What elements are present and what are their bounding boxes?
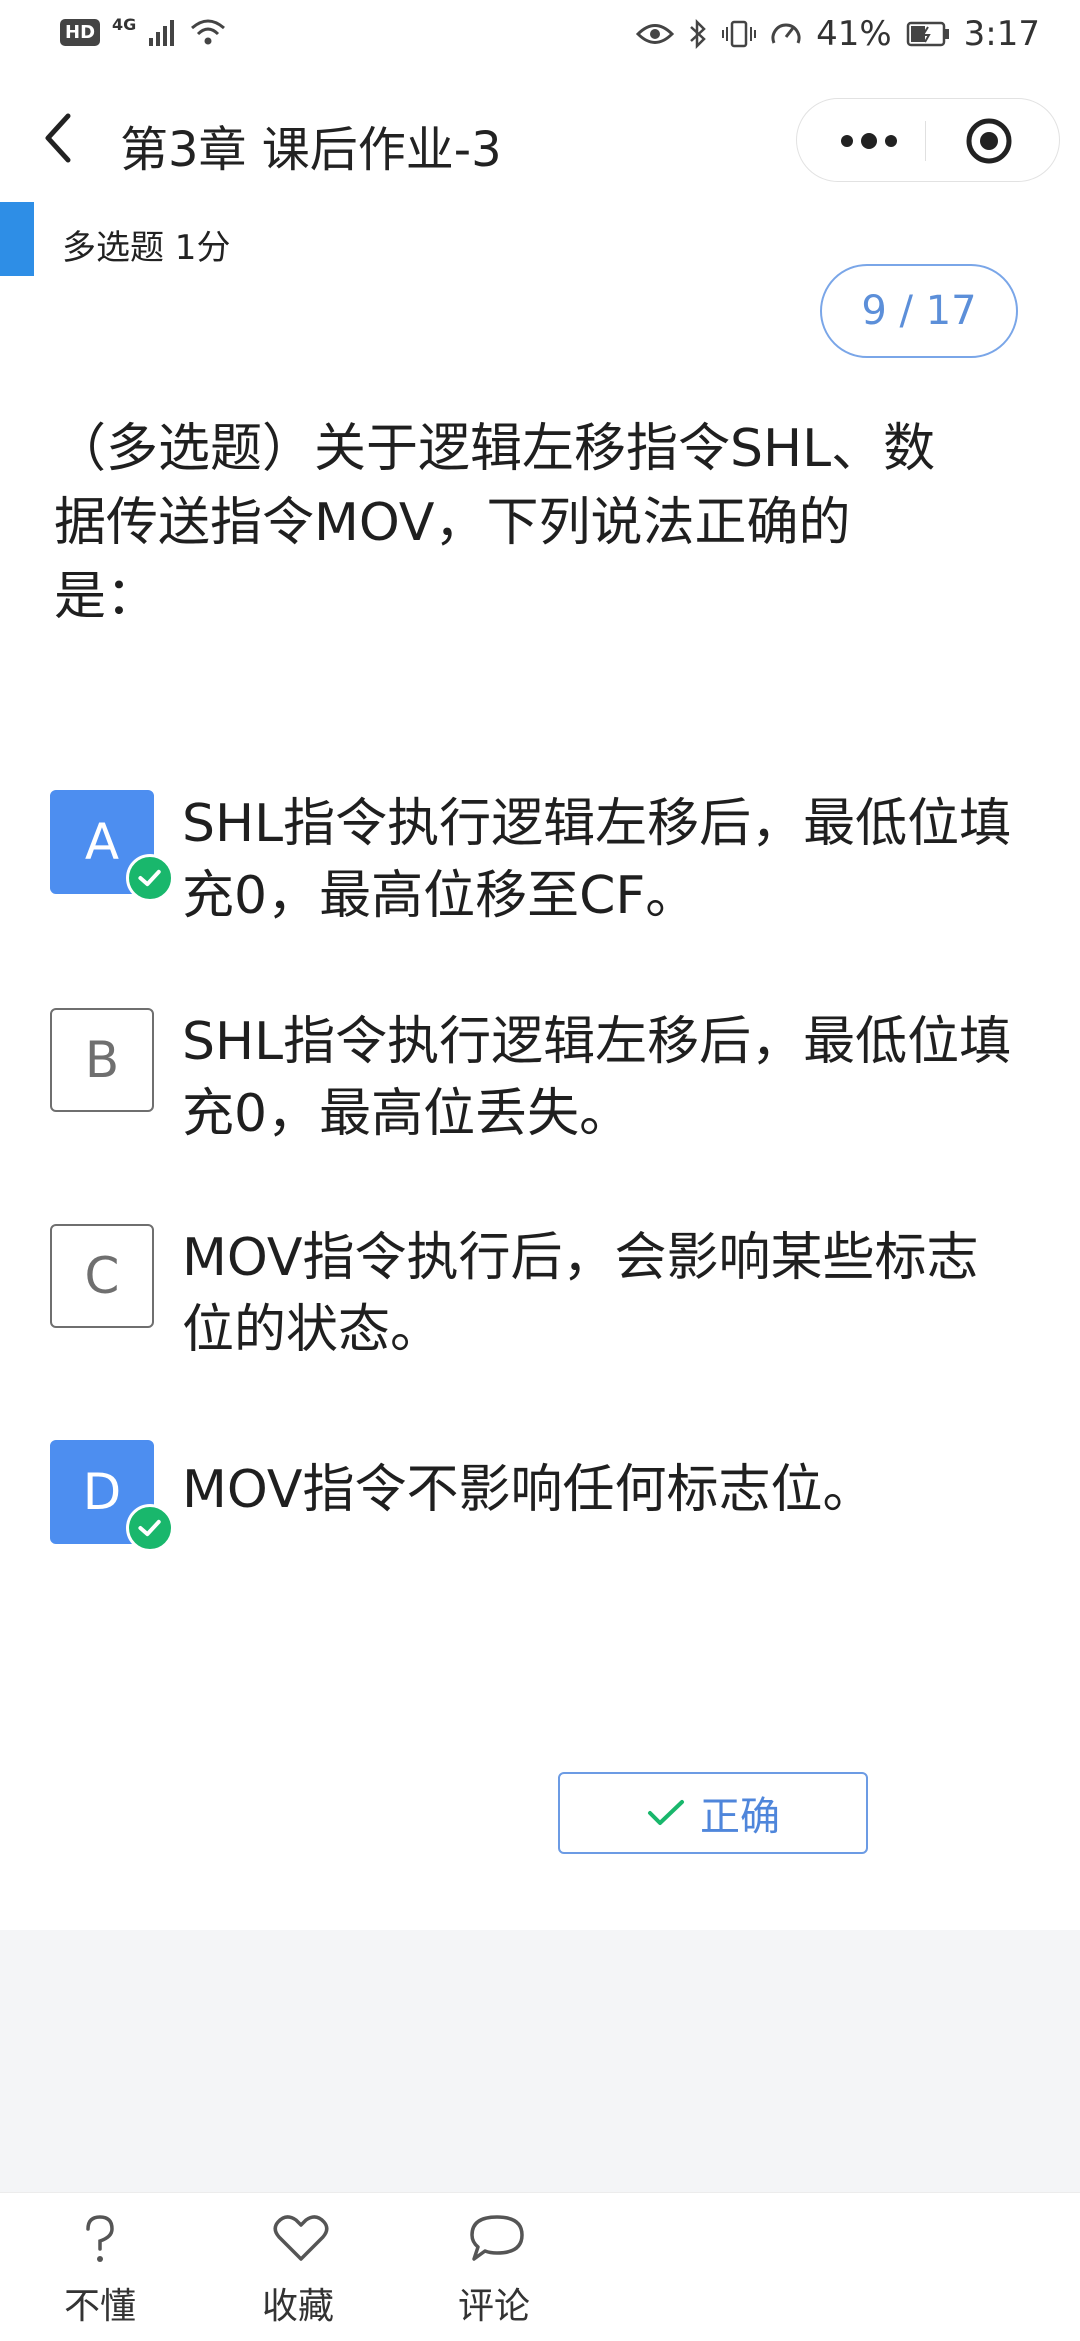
status-right: 41% 3:17: [636, 14, 1040, 54]
checkmark-icon: [648, 1800, 684, 1825]
correct-check-icon: [126, 1504, 174, 1552]
correct-check-icon: [126, 854, 174, 902]
close-target-icon[interactable]: [965, 117, 1013, 165]
option-text: MOV指令不影响任何标志位。: [182, 1460, 875, 1520]
battery-percent: 41%: [816, 14, 892, 54]
bluetooth-icon: [690, 19, 706, 49]
speed-icon: [771, 23, 801, 44]
tab-label: 不懂: [63, 2286, 136, 2327]
tab-favorite[interactable]: 收藏: [238, 2193, 358, 2341]
option-letter[interactable]: C: [50, 1224, 154, 1328]
option-text: SHL指令执行逻辑左移后，最低位填充0，最高位丢失。: [182, 1012, 1012, 1144]
network-type: 4G: [112, 14, 137, 34]
tab-dont-understand[interactable]: 不懂: [40, 2193, 160, 2341]
status-bar: HD 4G 41% 3:17: [0, 0, 1080, 72]
bottom-tabbar: 不懂 收藏 评论: [0, 2192, 1080, 2341]
answer-result-button[interactable]: 正确: [558, 1772, 868, 1854]
more-icon[interactable]: [817, 119, 909, 163]
back-icon[interactable]: [40, 110, 80, 166]
nav-bar: 第3章 课后作业-3: [0, 72, 1080, 202]
page-title: 第3章 课后作业-3: [120, 122, 502, 178]
capsule-divider: [925, 121, 926, 161]
option-text: MOV指令执行后，会影响某些标志位的状态。: [182, 1228, 979, 1360]
signal-icon: [149, 20, 175, 46]
eye-icon: [636, 24, 675, 44]
tab-label: 收藏: [261, 2286, 334, 2327]
miniprogram-capsule: [796, 98, 1060, 182]
question-card: 多选题 1分 9 / 17 （多选题）关于逻辑左移指令SHL、数据传送指令MOV…: [0, 202, 1080, 1930]
vibrate-icon: [722, 20, 757, 48]
question-text: （多选题）关于逻辑左移指令SHL、数据传送指令MOV，下列说法正确的是：: [54, 419, 936, 627]
result-label: 正确: [700, 1794, 780, 1840]
question-icon: [86, 2215, 114, 2262]
tab-label: 评论: [457, 2286, 530, 2327]
clock: 3:17: [963, 14, 1040, 54]
wifi-icon: [191, 19, 226, 45]
question-type-label: 多选题 1分: [62, 228, 231, 268]
question-progress[interactable]: 9 / 17: [820, 264, 1018, 358]
option-letter[interactable]: B: [50, 1008, 154, 1112]
hd-badge: HD: [60, 18, 101, 46]
tab-comment[interactable]: 评论: [434, 2193, 554, 2341]
heart-icon: [273, 2215, 329, 2261]
option-text: SHL指令执行逻辑左移后，最低位填充0，最高位移至CF。: [182, 794, 1012, 926]
comment-icon: [470, 2215, 524, 2261]
battery-icon: [906, 21, 949, 47]
question-type-marker: [0, 202, 34, 276]
status-left: HD 4G: [60, 14, 226, 46]
